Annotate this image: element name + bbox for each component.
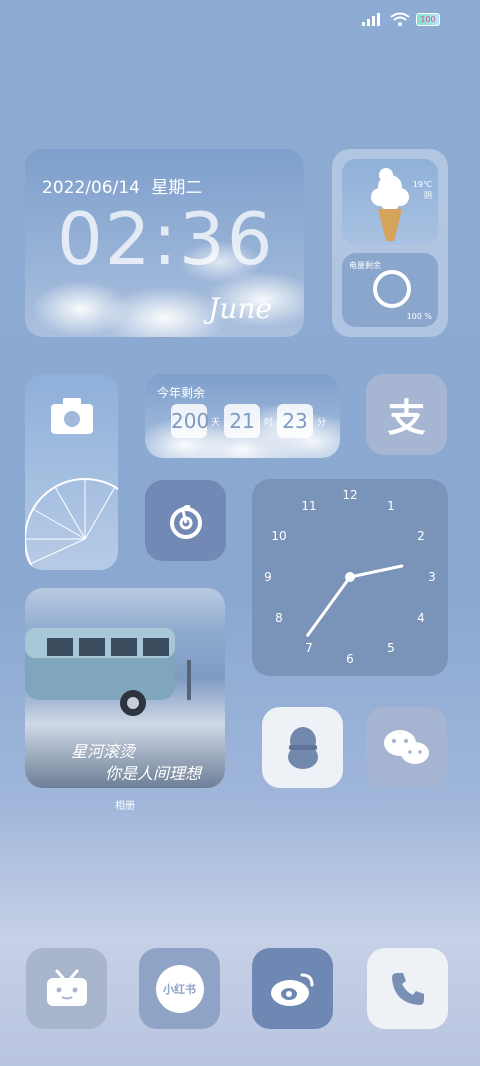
battery-percent: 100 %: [406, 312, 432, 321]
clock-center: [345, 572, 355, 582]
wifi-icon: [390, 12, 410, 26]
month-script: June: [208, 292, 272, 325]
qq-app[interactable]: [262, 707, 343, 788]
battery-card: 电量剩余 100 %: [342, 253, 438, 327]
xiaohongshu-app[interactable]: 小红书: [139, 948, 220, 1029]
time-display: 02:36: [57, 197, 275, 281]
weather-temp: 19℃: [412, 180, 432, 189]
minutes-unit: 分: [317, 417, 327, 428]
weekday-text: 星期二: [151, 178, 203, 198]
weather-text: 19℃ 阴: [413, 179, 432, 201]
van-image: [25, 628, 191, 716]
weather-card: 19℃ 阴: [342, 159, 438, 245]
status-bar: 100: [362, 12, 440, 26]
datetime-widget[interactable]: 2022/06/14 星期二 02:36 June: [25, 149, 304, 337]
weather-condition: 阴: [424, 191, 432, 200]
date-text: 2022/06/14: [42, 178, 140, 198]
camera-icon: [51, 398, 93, 434]
weibo-app[interactable]: [252, 948, 333, 1029]
wechat-icon: [383, 729, 429, 764]
phone-app[interactable]: [367, 948, 448, 1029]
minute-hand: [306, 575, 352, 637]
clock-hands: [306, 564, 404, 637]
date-line: 2022/06/14 星期二: [42, 173, 202, 198]
bilibili-icon: [46, 969, 87, 1006]
battery-ring: [373, 270, 411, 308]
xiaohongshu-icon: 小红书: [155, 964, 204, 1013]
ferris-wheel-icon: [25, 478, 118, 570]
weather-battery-widget[interactable]: 19℃ 阴 电量剩余 100 %: [332, 149, 448, 337]
battery-indicator: 100: [416, 12, 440, 26]
time-minute: 36: [178, 197, 275, 281]
bilibili-app[interactable]: [26, 948, 107, 1029]
days-value: 200: [171, 404, 209, 438]
photo-widget-label: 相册: [115, 801, 135, 812]
phone-icon: [391, 972, 424, 1005]
wechat-app[interactable]: [366, 707, 447, 788]
days-unit: 天: [211, 417, 221, 428]
minutes-value: 23: [277, 404, 314, 438]
netease-music-app[interactable]: [145, 480, 226, 561]
photo-caption-line1: 星河滚烫: [71, 742, 136, 761]
hours-value: 21: [224, 404, 261, 438]
countdown-title: 今年剩余: [157, 386, 206, 400]
hours-unit: 时: [264, 417, 274, 428]
xiaohongshu-label: 小红书: [163, 982, 196, 996]
camera-widget[interactable]: [25, 374, 118, 570]
photo-caption-line2: 你是人间理想: [105, 764, 202, 783]
ice-cream-icon: [371, 168, 409, 241]
qq-icon: [287, 726, 318, 769]
alipay-app[interactable]: 支: [366, 374, 447, 455]
countdown-widget[interactable]: 今年剩余 200 天 21 时 23 分: [145, 374, 340, 458]
weibo-icon: [270, 973, 313, 1006]
hour-hand: [348, 564, 404, 579]
time-hour: 02: [57, 197, 153, 281]
signal-icon: [362, 13, 380, 26]
alipay-icon: 支: [387, 396, 426, 440]
countdown-values: 200 天 21 时 23 分: [171, 404, 330, 438]
photo-widget[interactable]: 星河滚烫 你是人间理想: [25, 588, 225, 788]
netease-music-icon: [169, 504, 202, 539]
analog-clock-widget[interactable]: 12 1 2 3 4 5 6 7 8 9 10 11: [252, 479, 448, 676]
